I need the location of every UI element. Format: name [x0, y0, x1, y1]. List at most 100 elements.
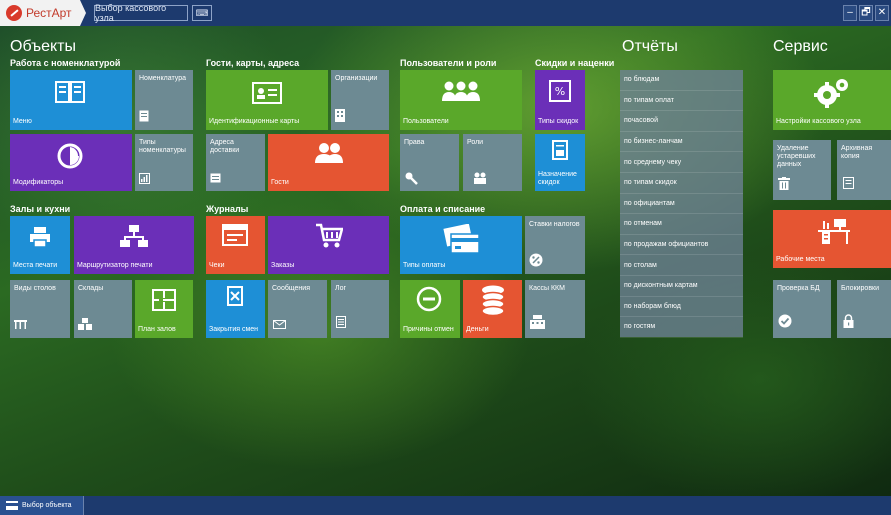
tile-backup-label: Архивная копия [841, 145, 873, 160]
building-icon [334, 108, 346, 122]
tile-shift-close[interactable]: Закрытия смен [206, 280, 265, 338]
tile-menu-label: Меню [13, 118, 32, 125]
tile-delete-old[interactable]: Удаление устаревших данных [773, 140, 831, 200]
document-icon [138, 110, 150, 122]
group-users-title: Пользователи и роли [400, 58, 497, 68]
tile-id-cards-label: Идентификационные карты [209, 118, 300, 125]
floor-plan-icon [149, 287, 179, 313]
tile-workplaces[interactable]: Рабочие места [773, 210, 891, 268]
report-item[interactable]: по типам оплат [620, 91, 743, 112]
tile-rights[interactable]: Права [400, 134, 459, 191]
cash-register-icon [529, 314, 545, 330]
tile-print-places-label: Места печати [13, 262, 58, 269]
report-item[interactable]: по гостям [620, 317, 743, 338]
roles-icon [473, 171, 487, 185]
app-brand: РестАрт [0, 0, 86, 26]
group-halls-title: Залы и кухни [10, 204, 71, 214]
tile-modifiers-label: Модификаторы [13, 179, 64, 186]
tile-organizations[interactable]: Организации [331, 70, 389, 130]
section-objects-title: Объекты [10, 38, 76, 55]
tile-cancel-reasons[interactable]: Причины отмен [400, 280, 460, 338]
envelope-icon [272, 318, 286, 330]
tile-delivery-addresses-label: Адреса доставки [210, 139, 240, 154]
tile-organizations-label: Организации [335, 75, 378, 82]
tile-nomenclature-types[interactable]: Типы номенклатуры [135, 134, 193, 191]
tile-hall-plan[interactable]: План залов [135, 280, 193, 338]
tile-kkm[interactable]: Кассы ККМ [525, 280, 585, 338]
select-object-button[interactable]: Выбор объекта [0, 496, 84, 515]
tile-delivery-addresses[interactable]: Адреса доставки [206, 134, 265, 191]
select-pos-node-button[interactable]: Выбор кассового узла [94, 3, 188, 23]
address-book-icon [209, 172, 221, 184]
tile-warehouses[interactable]: Склады [74, 280, 132, 338]
tile-delete-old-label: Удаление устаревших данных [777, 145, 816, 168]
tile-modifiers[interactable]: Модификаторы [10, 134, 132, 191]
tile-checks[interactable]: Чеки [206, 216, 265, 274]
report-item[interactable]: по наборам блюд [620, 297, 743, 318]
tile-money-label: Деньги [466, 326, 489, 333]
tile-checks-label: Чеки [209, 262, 225, 269]
tile-log-label: Лог [335, 285, 347, 292]
title-bar: РестАрт Выбор кассового узла ⌨ – 🗗 ✕ [0, 0, 891, 26]
report-item[interactable]: по блюдам [620, 70, 743, 91]
report-item[interactable]: по официантам [620, 194, 743, 215]
bottom-bar: Выбор объекта [0, 496, 891, 515]
coins-icon [477, 283, 509, 317]
tile-money[interactable]: Деньги [463, 280, 522, 338]
group-journals-title: Журналы [206, 204, 249, 214]
tile-discount-assign[interactable]: Назначение скидок [535, 134, 585, 191]
section-reports-title: Отчёты [622, 38, 678, 55]
tile-print-router[interactable]: Маршрутизатор печати [74, 216, 194, 274]
tile-tax-rates-label: Ставки налогов [529, 221, 580, 228]
tile-nomenclature[interactable]: Номенклатура [135, 70, 193, 130]
discount-document-icon [551, 139, 569, 161]
tile-backup[interactable]: Архивная копия [837, 140, 891, 200]
tile-shift-close-label: Закрытия смен [209, 326, 259, 333]
report-item[interactable]: по столам [620, 255, 743, 276]
minus-circle-icon [414, 284, 444, 314]
tile-guests[interactable]: Гости [268, 134, 389, 191]
tile-payment-types-label: Типы оплаты [403, 262, 446, 269]
tile-log[interactable]: Лог [331, 280, 389, 338]
tax-percent-icon [528, 252, 544, 268]
window-controls: – 🗗 ✕ [843, 5, 889, 21]
tile-db-check[interactable]: Проверка БД [773, 280, 831, 338]
table-icon [13, 318, 27, 330]
app-logo-icon [6, 5, 22, 21]
tile-roles[interactable]: Роли [463, 134, 522, 191]
tile-menu[interactable]: Меню [10, 70, 132, 130]
tile-pos-settings[interactable]: Настройки кассового узла [773, 70, 891, 130]
tile-payment-types[interactable]: Типы оплаты [400, 216, 522, 274]
card-payment-icon [440, 222, 482, 256]
report-item[interactable]: по типам скидок [620, 173, 743, 194]
tile-orders-label: Заказы [271, 262, 295, 269]
guests-icon [312, 140, 346, 166]
tile-table-types[interactable]: Виды столов [10, 280, 70, 338]
tile-id-cards[interactable]: Идентификационные карты [206, 70, 328, 130]
tile-locks[interactable]: Блокировки [837, 280, 891, 338]
minimize-button[interactable]: – [843, 5, 857, 21]
tile-users[interactable]: Пользователи [400, 70, 522, 130]
tile-workplaces-label: Рабочие места [776, 256, 825, 263]
restore-button[interactable]: 🗗 [859, 5, 873, 21]
tile-messages[interactable]: Сообщения [268, 280, 327, 338]
tile-orders[interactable]: Заказы [268, 216, 389, 274]
close-shift-icon [226, 285, 244, 307]
tile-discount-types[interactable]: % Типы скидок [535, 70, 585, 130]
report-item[interactable]: по продажам официантов [620, 235, 743, 256]
tile-tax-rates[interactable]: Ставки налогов [525, 216, 585, 274]
report-item[interactable]: по бизнес-ланчам [620, 132, 743, 153]
report-item[interactable]: почасовой [620, 111, 743, 132]
keyboard-icon[interactable]: ⌨ [192, 5, 212, 21]
citrus-icon [54, 142, 86, 170]
report-item[interactable]: по отменам [620, 214, 743, 235]
boxes-icon [78, 317, 92, 330]
group-discounts-title: Скидки и наценки [535, 58, 615, 68]
group-guests-title: Гости, карты, адреса [206, 58, 300, 68]
report-item[interactable]: по дисконтным картам [620, 276, 743, 297]
close-button[interactable]: ✕ [875, 5, 889, 21]
tile-db-check-label: Проверка БД [777, 285, 820, 292]
workplace-icon [813, 216, 853, 246]
tile-print-places[interactable]: Места печати [10, 216, 70, 274]
report-item[interactable]: по среднему чеку [620, 152, 743, 173]
